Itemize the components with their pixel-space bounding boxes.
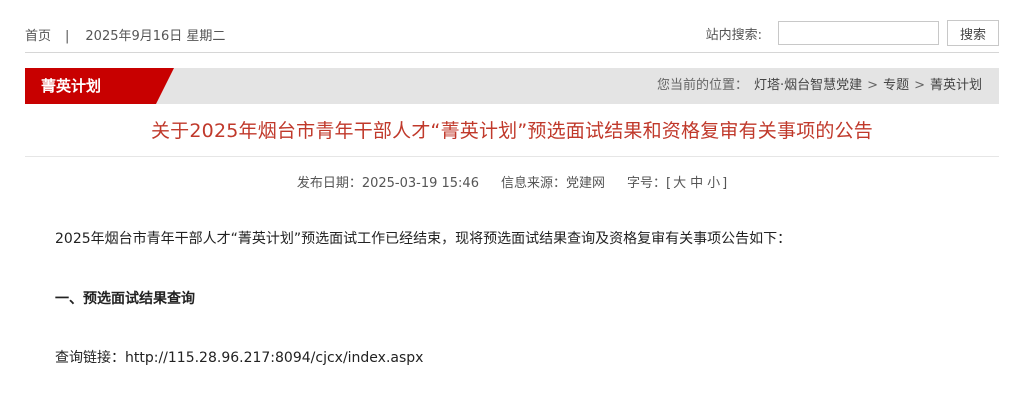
breadcrumb-arrow-icon: > xyxy=(867,78,879,93)
breadcrumb: 您当前的位置： 灯塔·烟台智慧党建 > 专题 > 菁英计划 xyxy=(657,68,982,104)
top-bar: 首页 | 2025年9月16日 星期二 站内搜索: 搜索 xyxy=(25,18,999,53)
breadcrumb-item-topic[interactable]: 专题 xyxy=(883,78,909,93)
publish-date: 发布日期：2025-03-19 15:46 xyxy=(296,176,479,191)
font-size-large[interactable]: 大 xyxy=(673,176,686,191)
title-divider xyxy=(25,156,999,157)
article-title: 关于2025年烟台市青年干部人才“菁英计划”预选面试结果和资格复审有关事项的公告 xyxy=(150,120,874,142)
info-source: 信息来源：党建网 xyxy=(500,176,605,191)
font-size-label: 字号：[ xyxy=(626,176,672,191)
top-left: 首页 | 2025年9月16日 星期二 xyxy=(25,25,225,44)
home-link[interactable]: 首页 xyxy=(25,29,51,44)
site-search: 站内搜索: 搜索 xyxy=(706,20,999,46)
font-size-medium[interactable]: 中 xyxy=(690,176,703,191)
search-label: 站内搜索: xyxy=(705,27,762,43)
breadcrumb-prefix: 您当前的位置： xyxy=(657,78,749,93)
current-date: 2025年9月16日 星期二 xyxy=(85,29,226,44)
breadcrumb-item-home[interactable]: 灯塔·烟台智慧党建 xyxy=(754,78,862,93)
query-link-line[interactable]: 查询链接：http://115.28.96.217:8094/cjcx/inde… xyxy=(55,347,985,367)
search-input[interactable] xyxy=(778,21,939,45)
page: 首页 | 2025年9月16日 星期二 站内搜索: 搜索 菁英计划 您当前的位置： 灯… xyxy=(0,0,1024,400)
section-tab[interactable]: 菁英计划 xyxy=(25,68,174,104)
breadcrumb-arrow-icon: > xyxy=(914,78,925,93)
font-size-close: ] xyxy=(722,176,728,191)
section-bar: 菁英计划 您当前的位置： 灯塔·烟台智慧党建 > 专题 > 菁英计划 xyxy=(25,68,999,104)
article-meta: 发布日期：2025-03-19 15:46 信息来源：党建网 字号：[大中小] xyxy=(25,172,999,191)
font-size-control: 字号：[大中小] xyxy=(627,176,727,191)
article-intro: 2025年烟台市青年干部人才“菁英计划”预选面试工作已经结束，现将预选面试结果查… xyxy=(55,231,792,247)
section-heading-1: 一、预选面试结果查询 xyxy=(55,291,195,307)
font-size-small[interactable]: 小 xyxy=(707,176,720,191)
breadcrumb-item-current[interactable]: 菁英计划 xyxy=(930,78,982,93)
separator: | xyxy=(65,29,70,44)
search-button[interactable]: 搜索 xyxy=(947,20,999,46)
